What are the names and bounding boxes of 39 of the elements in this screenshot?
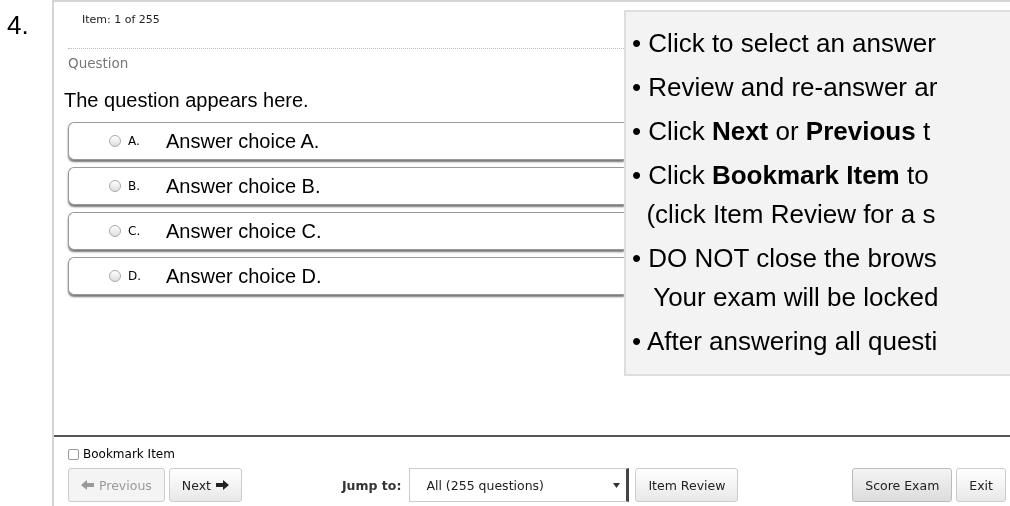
next-button[interactable]: Next xyxy=(168,468,242,502)
exit-button[interactable]: Exit xyxy=(956,468,1006,502)
instruction-text: • Click Bookmark Item to xyxy=(632,160,930,190)
instruction-text: • Review and re-answer ar xyxy=(632,72,939,102)
radio-button[interactable] xyxy=(109,180,121,192)
answer-option[interactable]: B. Answer choice B. xyxy=(68,167,624,205)
question-text: The question appears here. xyxy=(64,89,309,112)
bookmark-label: Bookmark Item xyxy=(83,447,175,461)
bookmark-checkbox[interactable] xyxy=(68,448,79,460)
instruction-text: (click Item Review for a s xyxy=(645,199,937,229)
radio-button[interactable] xyxy=(109,225,121,237)
right-arrow-icon xyxy=(215,480,229,490)
choice-text: Answer choice B. xyxy=(166,174,321,198)
instruction-text: • After answering all questi xyxy=(632,326,939,356)
answer-option[interactable]: D. Answer choice D. xyxy=(68,257,624,295)
item-counter: Item: 1 of 255 xyxy=(81,13,160,26)
jump-to-label: Jump to: xyxy=(341,477,402,493)
dropdown-caret-icon xyxy=(613,482,621,488)
section-label: Question xyxy=(68,55,129,71)
radio-button[interactable] xyxy=(109,135,121,147)
instruction-text: • Click Next or Previous t xyxy=(632,116,932,146)
answer-option[interactable]: A. Answer choice A. xyxy=(68,122,624,160)
instruction-text: • DO NOT close the brows xyxy=(632,243,938,273)
left-arrow-icon xyxy=(81,480,94,490)
choice-text: Answer choice D. xyxy=(166,264,322,288)
item-review-button[interactable]: Item Review xyxy=(635,468,739,502)
choice-letter: A. xyxy=(128,134,141,148)
choice-letter: B. xyxy=(128,179,142,193)
score-exam-button[interactable]: Score Exam xyxy=(852,468,953,502)
jump-to-dropdown[interactable]: All (255 questions) xyxy=(409,468,630,502)
choice-letter: D. xyxy=(128,269,143,283)
question-number: 4. xyxy=(6,9,30,41)
choice-letter: C. xyxy=(128,224,142,238)
instruction-text: Your exam will be locked xyxy=(652,282,940,312)
instruction-text: • Click to select an answer xyxy=(632,28,937,58)
choice-text: Answer choice A. xyxy=(166,129,320,153)
radio-button[interactable] xyxy=(109,270,121,282)
choice-text: Answer choice C. xyxy=(166,219,322,243)
answer-option[interactable]: C. Answer choice C. xyxy=(68,212,624,250)
